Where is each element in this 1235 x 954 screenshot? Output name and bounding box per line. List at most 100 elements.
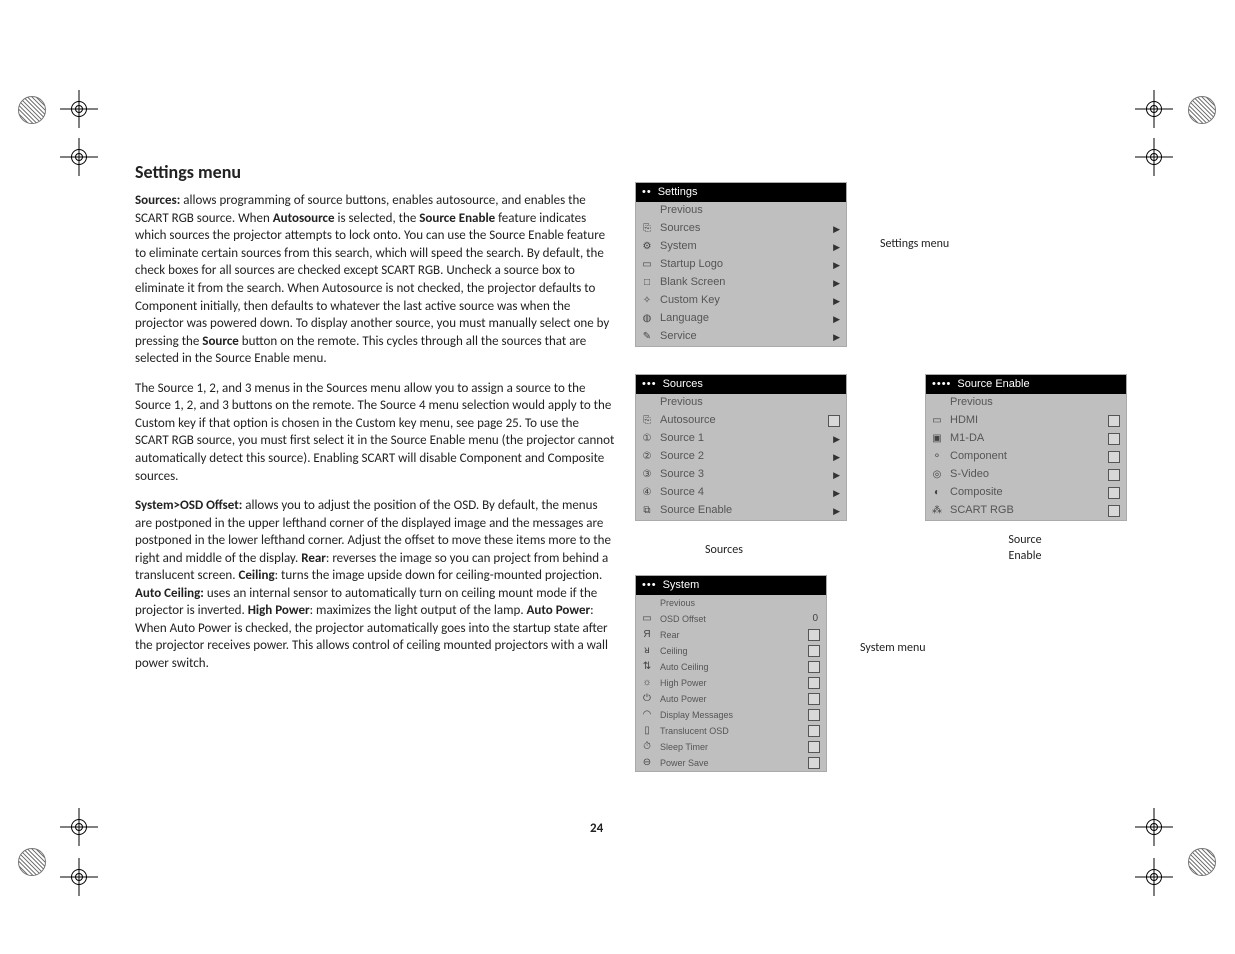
menu-label: Source 1 <box>660 431 827 446</box>
menu-icon: ⚬ <box>930 451 944 463</box>
osd-item[interactable]: ⏻Auto Power <box>636 691 826 707</box>
menu-icon: ⁂ <box>930 505 944 517</box>
checkbox[interactable] <box>808 757 820 769</box>
checkbox[interactable] <box>1108 487 1120 499</box>
menu-label: Startup Logo <box>660 257 827 272</box>
osd-item[interactable]: ЯRear <box>636 627 826 643</box>
osd-item[interactable]: ◍Language▶ <box>636 310 846 328</box>
menu-icon: Я <box>640 629 654 641</box>
menu-label: Language <box>660 311 827 326</box>
checkbox[interactable] <box>808 645 820 657</box>
checkbox[interactable] <box>808 629 820 641</box>
osd-item[interactable]: ◠ Display Messages <box>636 707 826 723</box>
page-title: Settings menu <box>135 160 615 184</box>
submenu-arrow-icon: ▶ <box>833 487 840 499</box>
menu-icon: ⧉ <box>640 505 654 517</box>
menu-icon: ▭ <box>930 415 944 427</box>
print-mark <box>60 138 98 176</box>
submenu-arrow-icon: ▶ <box>833 277 840 289</box>
checkbox[interactable] <box>808 693 820 705</box>
osd-item[interactable]: ᴚCeiling <box>636 643 826 659</box>
menu-label: System <box>660 239 827 254</box>
osd-item[interactable]: ✎Service▶ <box>636 328 846 346</box>
osd-item[interactable]: ▭OSD Offset0 <box>636 611 826 627</box>
print-mark <box>1135 138 1173 176</box>
osd-item[interactable]: ⚙System▶ <box>636 238 846 256</box>
osd-item[interactable]: ✧ Custom Key ▶ <box>636 292 846 310</box>
osd-item[interactable]: ▭Startup Logo▶ <box>636 256 846 274</box>
menu-label: Auto Ceiling <box>660 661 802 673</box>
menu-label: Display Messages <box>660 709 802 721</box>
menu-label: Sources <box>660 221 827 236</box>
menu-icon: ③ <box>640 469 654 481</box>
submenu-arrow-icon: ▶ <box>833 223 840 235</box>
print-mark <box>1135 858 1173 896</box>
submenu-arrow-icon: ▶ <box>833 505 840 517</box>
menu-icon: ✎ <box>640 331 654 343</box>
menu-icon: ◠ <box>640 709 654 721</box>
menu-icon <box>640 205 654 217</box>
osd-item[interactable]: ▣M1-DA <box>926 430 1126 448</box>
osd-header: ••••Source Enable <box>926 375 1126 394</box>
osd-header: ••Settings <box>636 183 846 202</box>
menu-icon: ☼ <box>640 677 654 689</box>
osd-item[interactable]: ①Source 1▶ <box>636 430 846 448</box>
checkbox[interactable] <box>828 415 840 427</box>
osd-item[interactable]: ▭HDMI <box>926 412 1126 430</box>
menu-label: Previous <box>660 203 840 218</box>
osd-item[interactable]: ②Source 2▶ <box>636 448 846 466</box>
caption-system: System menu <box>860 640 926 656</box>
osd-item[interactable]: Previous <box>636 394 846 412</box>
checkbox[interactable] <box>808 741 820 753</box>
caption-source-enable: Source Enable <box>985 532 1065 564</box>
osd-item[interactable]: Previous <box>636 595 826 611</box>
menu-icon: ⏻ <box>640 693 654 705</box>
osd-item[interactable]: ⧉Source Enable▶ <box>636 502 846 520</box>
osd-item[interactable]: ⎘Autosource <box>636 412 846 430</box>
menu-label: Source 2 <box>660 449 827 464</box>
osd-item[interactable]: ④Source 4▶ <box>636 484 846 502</box>
submenu-arrow-icon: ▶ <box>833 295 840 307</box>
osd-item[interactable]: ⚬Component <box>926 448 1126 466</box>
menu-icon: ① <box>640 433 654 445</box>
menu-label: Blank Screen <box>660 275 827 290</box>
menu-icon: ▭ <box>640 259 654 271</box>
menu-label: Source 3 <box>660 467 827 482</box>
paragraph-system: System>OSD Offset: allows you to adjust … <box>135 497 615 672</box>
menu-icon: ④ <box>640 487 654 499</box>
osd-item[interactable]: ⏱Sleep Timer <box>636 739 826 755</box>
osd-item[interactable]: ⊖Power Save <box>636 755 826 771</box>
osd-item[interactable]: Previous <box>926 394 1126 412</box>
paragraph-sources: Sources: allows programming of source bu… <box>135 192 615 367</box>
osd-item[interactable]: ☼High Power <box>636 675 826 691</box>
menu-icon: ⊖ <box>640 757 654 769</box>
checkbox[interactable] <box>808 661 820 673</box>
osd-item[interactable]: ③ Source 3 ▶ <box>636 466 846 484</box>
osd-system-menu: •••SystemPrevious▭OSD Offset0ЯRearᴚCeili… <box>635 575 827 772</box>
osd-item[interactable]: ◐Composite <box>926 484 1126 502</box>
checkbox[interactable] <box>1108 415 1120 427</box>
checkbox[interactable] <box>808 709 820 721</box>
menu-icon: ⏱ <box>640 741 654 753</box>
osd-item[interactable]: ⎘Sources▶ <box>636 220 846 238</box>
menu-label: Custom Key <box>660 293 827 308</box>
checkbox[interactable] <box>1108 433 1120 445</box>
osd-item[interactable]: ▯Translucent OSD <box>636 723 826 739</box>
checkbox[interactable] <box>1108 451 1120 463</box>
checkbox[interactable] <box>1108 469 1120 481</box>
menu-icon: □ <box>640 277 654 289</box>
checkbox[interactable] <box>1108 505 1120 517</box>
osd-item[interactable]: ◎S-Video <box>926 466 1126 484</box>
menu-icon: ✧ <box>640 295 654 307</box>
menu-icon <box>640 397 654 409</box>
osd-item[interactable]: ⇅Auto Ceiling <box>636 659 826 675</box>
caption-sources: Sources <box>705 542 743 558</box>
osd-item[interactable]: Previous <box>636 202 846 220</box>
osd-item[interactable]: □ Blank Screen ▶ <box>636 274 846 292</box>
checkbox[interactable] <box>808 725 820 737</box>
osd-sources-menu: •••SourcesPrevious⎘Autosource①Source 1▶②… <box>635 374 847 521</box>
submenu-arrow-icon: ▶ <box>833 469 840 481</box>
page-number: 24 <box>590 820 603 838</box>
osd-item[interactable]: ⁂SCART RGB <box>926 502 1126 520</box>
checkbox[interactable] <box>808 677 820 689</box>
